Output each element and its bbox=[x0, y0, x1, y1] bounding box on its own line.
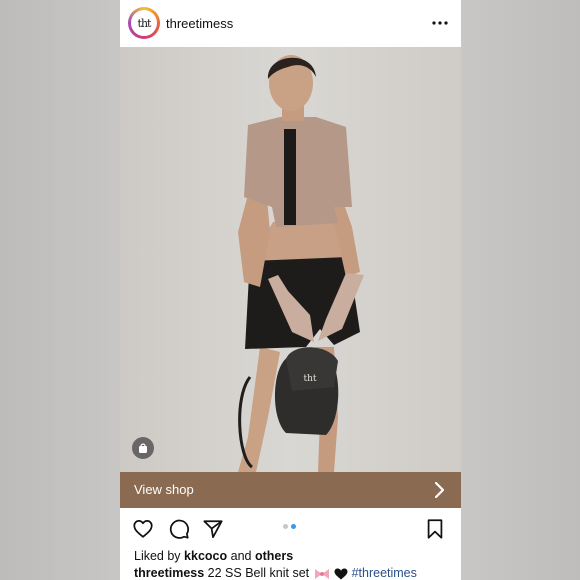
caption-hashtag[interactable]: #threetimes bbox=[352, 566, 417, 580]
comment-icon[interactable] bbox=[168, 518, 190, 540]
view-shop-label: View shop bbox=[134, 482, 194, 497]
more-horizontal-icon[interactable] bbox=[431, 14, 449, 32]
likes-joiner: and bbox=[230, 549, 252, 563]
model-photo-illustration: tht bbox=[120, 47, 461, 472]
post-caption: threetimess 22 SS Bell knit set #threeti… bbox=[134, 566, 417, 580]
avatar-logo-text: tht bbox=[137, 16, 152, 30]
paper-plane-icon[interactable] bbox=[202, 518, 224, 540]
heart-icon[interactable] bbox=[132, 518, 154, 540]
shop-tag-button[interactable] bbox=[132, 437, 154, 459]
backpack-logo: tht bbox=[303, 374, 316, 384]
chevron-right-icon bbox=[434, 481, 445, 499]
backpack-flap bbox=[286, 347, 338, 391]
view-shop-bar[interactable]: View shop bbox=[120, 472, 461, 508]
post-header: tht threetimess bbox=[120, 0, 461, 47]
caption-text: 22 SS Bell knit set bbox=[207, 566, 310, 580]
likes-prefix: Liked by bbox=[134, 549, 181, 563]
avatar[interactable]: tht bbox=[128, 7, 160, 39]
avatar-inner: tht bbox=[131, 10, 157, 36]
instagram-post-card: tht threetimess tht View shop Liked by k… bbox=[120, 0, 461, 580]
carousel-dot-2-active bbox=[291, 524, 296, 529]
bookmark-icon[interactable] bbox=[424, 518, 446, 540]
likes-others[interactable]: others bbox=[255, 549, 293, 563]
liked-by-user[interactable]: kkcoco bbox=[184, 549, 227, 563]
sweater-placket bbox=[284, 129, 296, 225]
post-username[interactable]: threetimess bbox=[166, 16, 233, 31]
post-photo[interactable]: tht bbox=[120, 47, 461, 472]
shopping-bag-icon bbox=[139, 443, 147, 453]
ribbon-emoji bbox=[314, 568, 329, 579]
likes-line: Liked by kkcoco and others bbox=[134, 549, 293, 563]
caption-username[interactable]: threetimess bbox=[134, 566, 204, 580]
black-heart-emoji bbox=[334, 568, 348, 580]
carousel-indicator bbox=[283, 524, 299, 530]
carousel-dot-1 bbox=[283, 524, 288, 529]
